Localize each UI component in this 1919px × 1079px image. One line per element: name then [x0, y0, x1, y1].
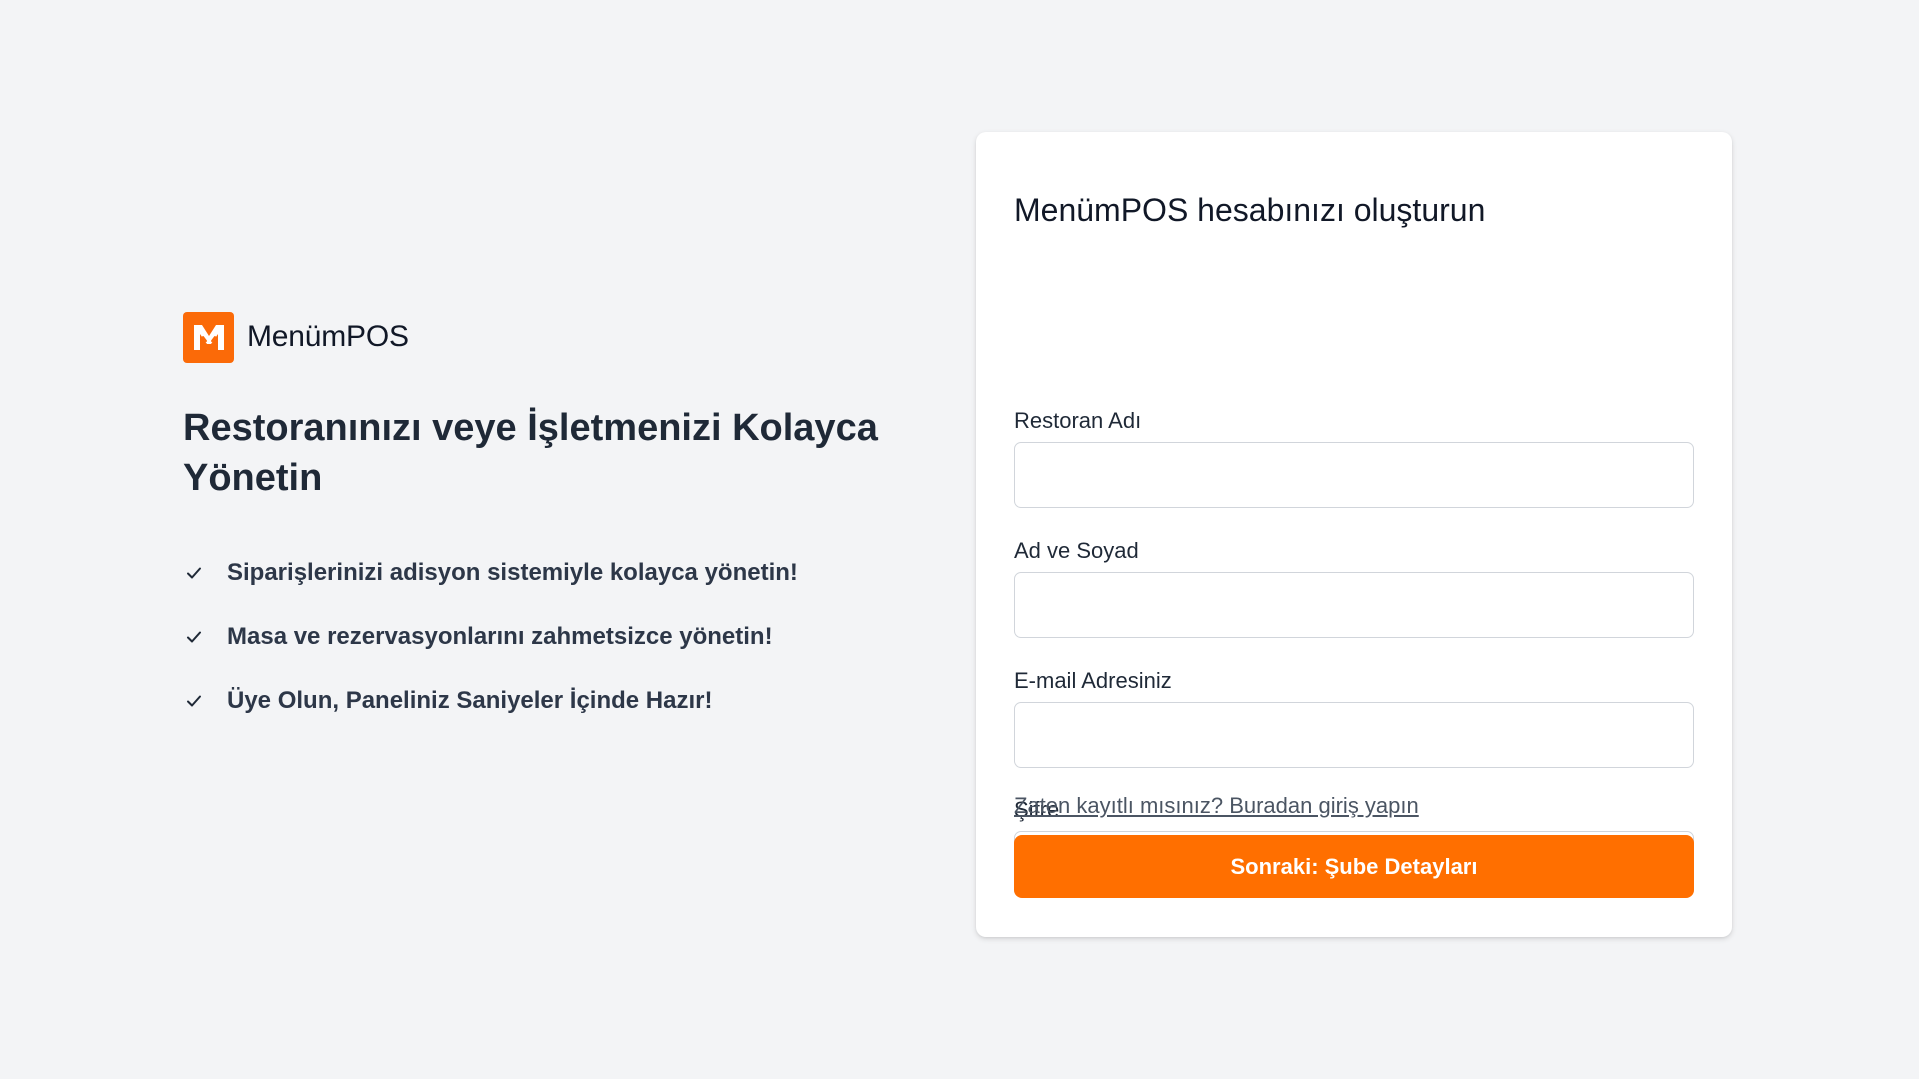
- check-icon: [185, 564, 203, 582]
- check-icon: [185, 628, 203, 646]
- hero-section: MenümPOS Restoranınızı veye İşletmenizi …: [183, 311, 903, 747]
- menumpos-logo-icon: [183, 311, 234, 363]
- feature-item: Siparişlerinizi adisyon sistemiyle kolay…: [183, 555, 903, 591]
- feature-item: Üye Olun, Paneliniz Saniyeler İçinde Haz…: [183, 683, 903, 719]
- brand-name: MenümPOS: [247, 320, 409, 353]
- form-actions: Zaten kayıtlı mısınız? Buradan giriş yap…: [1014, 132, 1694, 937]
- feature-text: Üye Olun, Paneliniz Saniyeler İçinde Haz…: [227, 687, 713, 714]
- check-icon: [185, 692, 203, 710]
- feature-text: Siparişlerinizi adisyon sistemiyle kolay…: [227, 559, 798, 586]
- brand: MenümPOS: [183, 311, 903, 363]
- feature-list: Siparişlerinizi adisyon sistemiyle kolay…: [183, 555, 903, 719]
- login-link[interactable]: Zaten kayıtlı mısınız? Buradan giriş yap…: [1014, 793, 1419, 819]
- feature-text: Masa ve rezervasyonlarını zahmetsizce yö…: [227, 623, 773, 650]
- next-branch-details-button[interactable]: Sonraki: Şube Detayları: [1014, 835, 1694, 898]
- feature-item: Masa ve rezervasyonlarını zahmetsizce yö…: [183, 619, 903, 655]
- hero-title: Restoranınızı veye İşletmenizi Kolayca Y…: [183, 407, 878, 499]
